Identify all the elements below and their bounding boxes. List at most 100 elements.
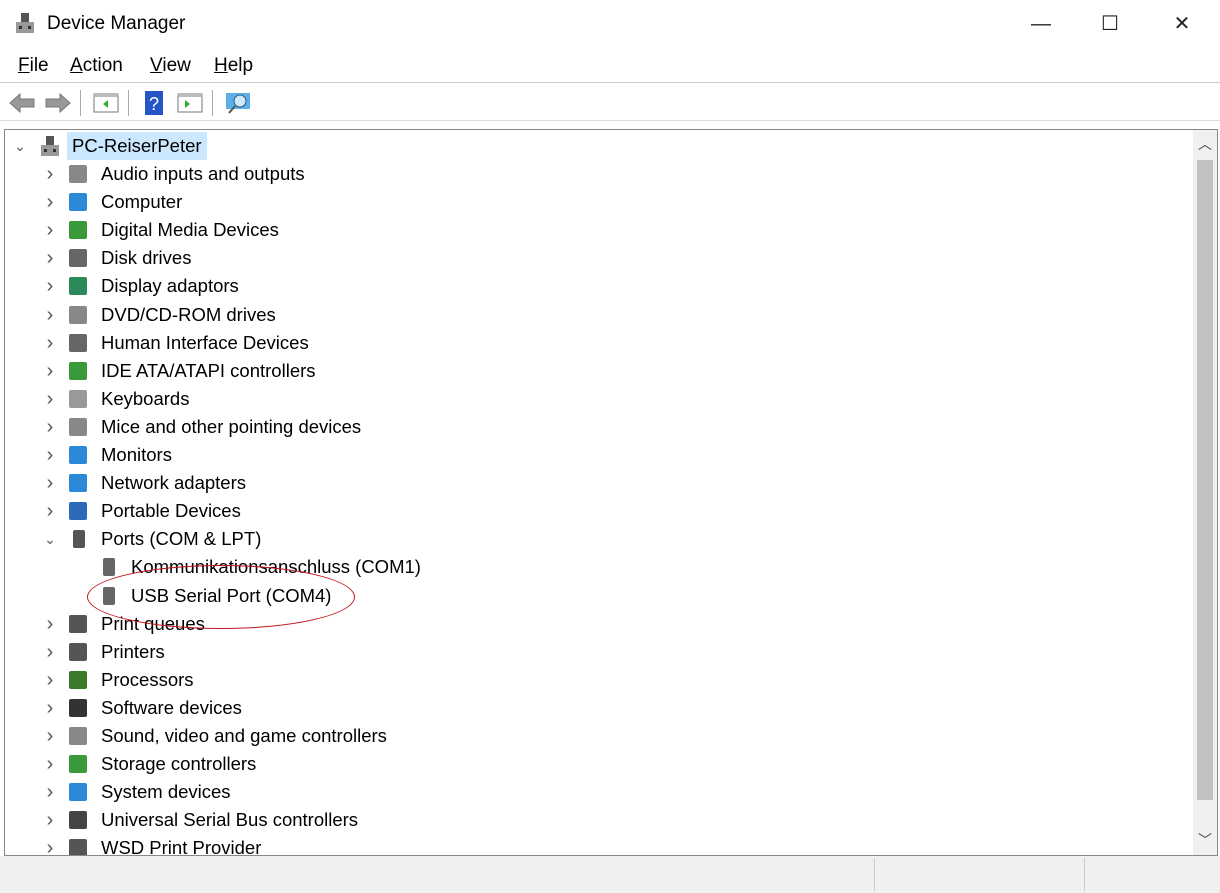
chevron-right-icon[interactable]: › (43, 497, 57, 525)
chevron-right-icon[interactable]: › (43, 666, 57, 694)
tree-item-label: Kommunikationsanschluss (COM1) (131, 556, 421, 578)
scrollbar-thumb[interactable] (1197, 160, 1213, 800)
software-device-icon (69, 698, 87, 717)
network-adapter-icon (69, 474, 87, 493)
chevron-right-icon[interactable]: › (43, 722, 57, 750)
menu-file-accel: F (18, 55, 30, 76)
tree-item-label: Sound, video and game controllers (101, 725, 387, 746)
chevron-right-icon[interactable]: › (43, 469, 57, 497)
help-icon[interactable]: ? (140, 91, 168, 115)
toolbar-separator (128, 90, 129, 116)
tree-item-label: IDE ATA/ATAPI controllers (101, 359, 316, 381)
tree-item-label: Keyboards (101, 387, 190, 409)
chevron-down-icon[interactable]: ⌄ (13, 132, 27, 160)
root-label: PC-ReiserPeter (67, 132, 207, 160)
system-device-icon (69, 783, 87, 802)
menu-bar: File Action View Help (0, 50, 1220, 83)
maximize-button[interactable]: ☐ (1087, 8, 1133, 40)
tree-item-label: Display adaptors (101, 275, 239, 297)
tree-item-label: USB Serial Port (COM4) (131, 584, 332, 606)
close-button[interactable]: ✕ (1159, 8, 1205, 40)
port-icon (73, 530, 85, 549)
tree-item-label: WSD Print Provider (101, 837, 262, 856)
menu-help-label: elp (227, 55, 254, 76)
menu-file[interactable]: File (18, 55, 49, 77)
menu-help-accel: H (214, 55, 228, 76)
toolbar: ? (0, 84, 1220, 121)
printer-icon (69, 839, 87, 855)
printer-icon (69, 614, 87, 633)
disk-drive-icon (69, 249, 87, 268)
tree-item-label: System devices (101, 781, 231, 803)
chevron-right-icon[interactable]: › (43, 160, 57, 188)
speaker-icon (69, 727, 87, 745)
menu-view-accel: V (150, 55, 163, 76)
window-title: Device Manager (47, 13, 186, 34)
minimize-button[interactable]: — (1018, 8, 1064, 40)
tree-item-label: Computer (101, 191, 183, 213)
device-tree[interactable]: ⌄ PC-ReiserPeter › Audio inputs and outpu… (4, 129, 1218, 856)
menu-action-accel: A (70, 55, 83, 76)
tree-item-label: Printers (101, 640, 165, 662)
status-bar (0, 856, 1220, 893)
ide-controller-icon (69, 361, 87, 380)
tree-item-label: Human Interface Devices (101, 331, 309, 353)
chevron-right-icon[interactable]: › (43, 638, 57, 666)
title-bar: Device Manager — ☐ ✕ (0, 0, 1220, 48)
vertical-scrollbar[interactable]: ︿ ﹀ (1193, 130, 1217, 855)
computer-root-icon (41, 136, 59, 156)
chevron-right-icon[interactable]: › (43, 188, 57, 216)
menu-view[interactable]: View (150, 55, 191, 77)
port-icon (103, 558, 115, 577)
menu-view-label: iew (162, 55, 191, 76)
chevron-right-icon[interactable]: › (43, 778, 57, 806)
tree-item-label: Universal Serial Bus controllers (101, 809, 359, 831)
chevron-down-icon[interactable]: ⌄ (43, 525, 57, 553)
tree-item-label: Software devices (101, 696, 242, 718)
dvd-drive-icon (69, 305, 87, 324)
tree-item-label: Ports (COM & LPT) (101, 528, 262, 550)
speaker-icon (69, 165, 87, 183)
chevron-right-icon[interactable]: › (43, 301, 57, 329)
tree-item-label: Disk drives (101, 247, 192, 269)
display-adapter-icon (69, 277, 87, 296)
chevron-right-icon[interactable]: › (43, 385, 57, 413)
status-divider (874, 858, 875, 891)
tree-item-label: Digital Media Devices (101, 219, 279, 241)
chevron-right-icon[interactable]: › (43, 694, 57, 722)
port-icon (103, 586, 115, 605)
chevron-right-icon[interactable]: › (43, 441, 57, 469)
show-hide-console-tree-icon[interactable] (92, 91, 120, 115)
svg-text:?: ? (149, 94, 159, 114)
scroll-down-icon[interactable]: ﹀ (1193, 830, 1217, 850)
forward-icon[interactable] (44, 91, 72, 115)
menu-action[interactable]: Action (70, 55, 123, 77)
chevron-right-icon[interactable]: › (43, 610, 57, 638)
storage-controller-icon (69, 755, 87, 774)
menu-help[interactable]: Help (214, 55, 253, 77)
chevron-right-icon[interactable]: › (43, 272, 57, 300)
chevron-right-icon[interactable]: › (43, 750, 57, 778)
portable-device-icon (69, 502, 87, 521)
toolbar-separator (80, 90, 81, 116)
chevron-right-icon[interactable]: › (43, 216, 57, 244)
chevron-right-icon[interactable]: › (43, 806, 57, 834)
tree-item-label: DVD/CD-ROM drives (101, 303, 276, 325)
hid-icon (69, 333, 87, 352)
chevron-right-icon[interactable]: › (43, 834, 57, 855)
tree-item-label: Mice and other pointing devices (101, 415, 362, 437)
tree-item-label: Network adapters (101, 472, 246, 494)
mouse-icon (69, 417, 87, 436)
chevron-right-icon[interactable]: › (43, 413, 57, 441)
scroll-up-icon[interactable]: ︿ (1193, 134, 1217, 154)
scan-hardware-icon[interactable] (224, 91, 252, 115)
chevron-right-icon[interactable]: › (43, 329, 57, 357)
tree-item-label: Audio inputs and outputs (101, 163, 305, 184)
chevron-right-icon[interactable]: › (43, 244, 57, 272)
printer-icon (69, 642, 87, 661)
tree-item-label: Storage controllers (101, 753, 257, 775)
show-action-pane-icon[interactable] (176, 91, 204, 115)
back-icon[interactable] (8, 91, 36, 115)
chevron-right-icon[interactable]: › (43, 357, 57, 385)
menu-file-label: ile (29, 55, 49, 76)
